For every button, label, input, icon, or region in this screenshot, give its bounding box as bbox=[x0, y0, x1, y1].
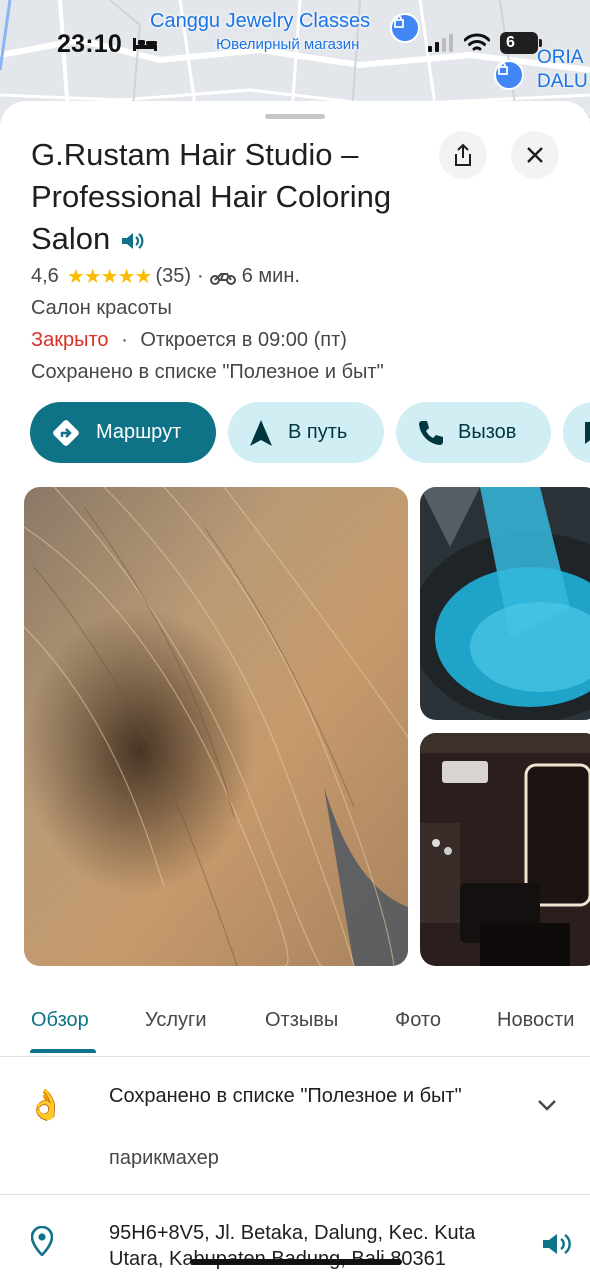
close-icon bbox=[527, 147, 543, 163]
hair-photo-image bbox=[24, 487, 408, 966]
shop-pin-icon[interactable] bbox=[390, 13, 420, 43]
saved-list-title: Сохранено в списке "Полезное и быт" bbox=[109, 1085, 462, 1107]
place-tabs: Обзор Услуги Отзывы Фото Новости bbox=[0, 997, 590, 1057]
place-sheet: G.Rustam Hair Studio – Professional Hair… bbox=[0, 101, 590, 1280]
photo-blue-powder[interactable] bbox=[420, 487, 590, 720]
address-row[interactable]: 95H6+8V5, Jl. Betaka, Dalung, Kec. Kuta … bbox=[0, 1196, 590, 1280]
tab-news[interactable]: Новости bbox=[497, 1009, 574, 1032]
action-chips: Маршрут В путь Вызов bbox=[30, 402, 590, 463]
place-category: Салон красоты bbox=[31, 297, 172, 319]
active-tab-indicator bbox=[30, 1049, 96, 1053]
tab-reviews[interactable]: Отзывы bbox=[265, 1009, 338, 1032]
directions-button[interactable]: Маршрут bbox=[30, 402, 216, 463]
ok-hand-emoji-icon: 👌 bbox=[27, 1089, 65, 1122]
more-actions-chip[interactable] bbox=[563, 402, 590, 463]
drag-handle[interactable] bbox=[265, 114, 325, 119]
directions-icon bbox=[50, 417, 82, 449]
sleep-focus-icon bbox=[132, 36, 158, 57]
call-button[interactable]: Вызов bbox=[396, 402, 551, 463]
travel-time: 6 мин. bbox=[241, 265, 300, 287]
reviews-count: (35) bbox=[155, 265, 192, 287]
status-indicators: 6 bbox=[428, 32, 542, 54]
saved-list-note-text: парикмахер bbox=[109, 1147, 219, 1169]
shop-pin-icon[interactable] bbox=[494, 60, 524, 90]
start-navigation-button[interactable]: В путь bbox=[228, 402, 384, 463]
wifi-icon bbox=[464, 33, 490, 51]
navigation-arrow-icon bbox=[248, 419, 274, 447]
place-title: G.Rustam Hair Studio – Professional Hair… bbox=[31, 134, 421, 263]
map-edge-label: ORIA DALU bbox=[537, 47, 588, 92]
home-indicator[interactable] bbox=[190, 1259, 402, 1265]
status-time: 23:10 bbox=[57, 30, 122, 58]
phone-icon bbox=[416, 419, 444, 447]
photo-salon-interior[interactable] bbox=[420, 733, 590, 966]
closed-label: Закрыто bbox=[31, 329, 109, 351]
saved-list-note: Сохранено в списке "Полезное и быт" bbox=[31, 361, 384, 383]
speaker-icon[interactable] bbox=[541, 1231, 571, 1262]
close-button[interactable] bbox=[511, 131, 559, 179]
rating-stars: ★★★★★ bbox=[66, 266, 153, 288]
motorbike-icon bbox=[209, 269, 236, 285]
rating-value: 4,6 bbox=[31, 265, 59, 287]
salon-photo-image bbox=[420, 733, 590, 966]
cellular-signal-icon bbox=[428, 34, 453, 52]
tab-overview[interactable]: Обзор bbox=[31, 1009, 89, 1032]
powder-photo-image bbox=[420, 487, 590, 720]
share-icon bbox=[455, 143, 471, 166]
opens-at: Откроется в 09:00 (пт) bbox=[140, 329, 347, 351]
tab-services[interactable]: Услуги bbox=[145, 1009, 207, 1032]
tab-photos[interactable]: Фото bbox=[395, 1009, 441, 1032]
speaker-icon[interactable] bbox=[120, 221, 144, 263]
rating-row[interactable]: 4,6 ★★★★★ (35) · 6 мин. bbox=[31, 264, 300, 289]
saved-list-row[interactable]: 👌 Сохранено в списке "Полезное и быт" па… bbox=[0, 1058, 590, 1195]
map-place-sublabel: Ювелирный магазин bbox=[216, 36, 360, 53]
map-place-label[interactable]: Canggu Jewelry Classes bbox=[150, 10, 370, 33]
hours-status[interactable]: Закрыто · Откроется в 09:00 (пт) bbox=[31, 329, 347, 352]
chevron-down-icon[interactable] bbox=[537, 1098, 557, 1117]
photo-hair-main[interactable] bbox=[24, 487, 408, 966]
location-pin-icon bbox=[30, 1225, 54, 1261]
battery-icon: 6 bbox=[500, 32, 542, 54]
bookmark-icon bbox=[583, 420, 590, 446]
share-button[interactable] bbox=[439, 131, 487, 179]
